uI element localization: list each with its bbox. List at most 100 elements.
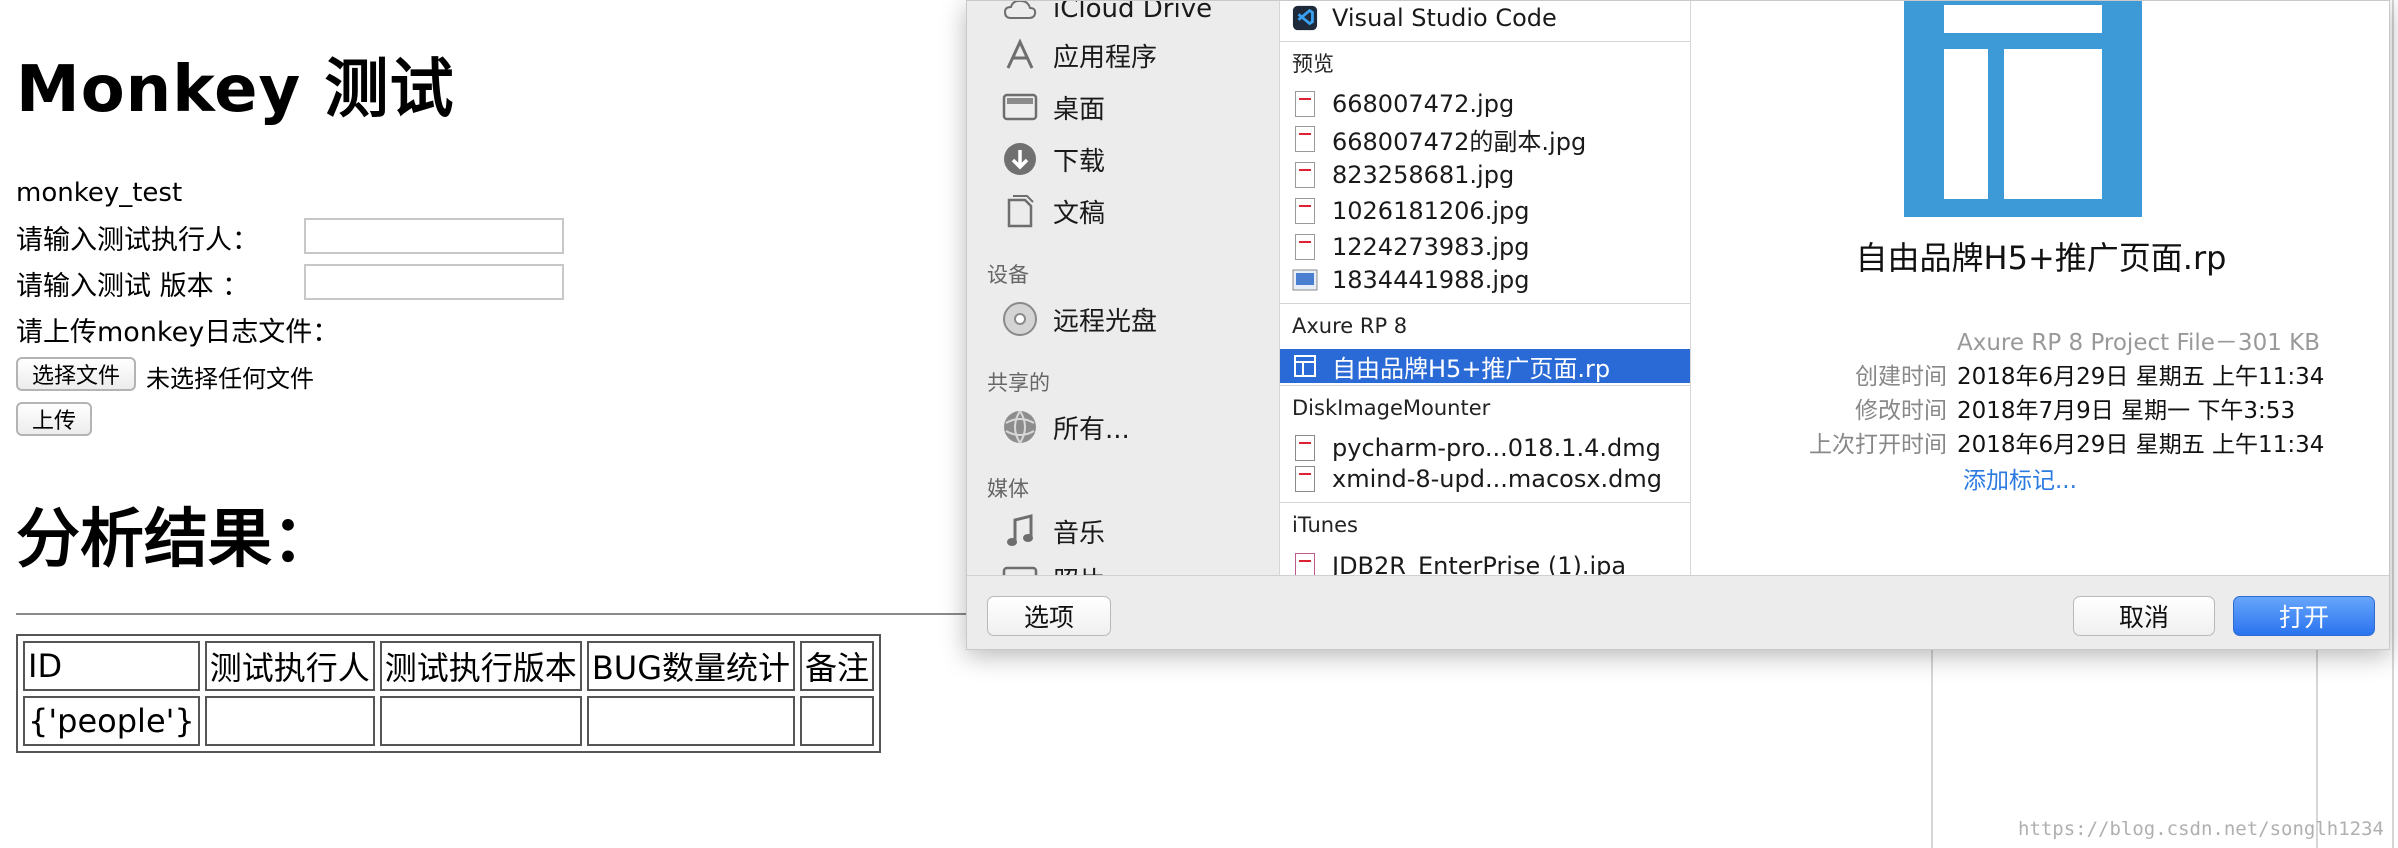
table-header-row: ID 测试执行人 测试执行版本 BUG数量统计 备注 (23, 641, 875, 691)
created-label: 创建时间 (1855, 364, 1947, 390)
image-file-icon (1292, 125, 1318, 153)
group-header-diskimagemounter: DiskImageMounter (1292, 396, 1491, 420)
file-item[interactable]: 1026181206.jpg (1280, 194, 1690, 228)
options-button[interactable]: 选项 (987, 596, 1111, 636)
open-button[interactable]: 打开 (2233, 596, 2375, 636)
upload-button[interactable]: 上传 (16, 402, 93, 436)
ipa-file-icon (1292, 552, 1318, 575)
image-file-icon (1292, 233, 1318, 261)
sidebar-item-label: 远程光盘 (1053, 306, 1158, 337)
cell-version (379, 696, 582, 746)
sidebar-item-remote-disc[interactable]: 远程光盘 (1001, 297, 1157, 341)
sidebar-item-label: 桌面 (1053, 94, 1106, 125)
group-separator (1280, 385, 1690, 386)
header-version: 测试执行版本 (379, 641, 582, 691)
open-file-dialog: iCloud Drive 应用程序 桌面 下载 文稿 设备 远程光盘 共享的 所… (966, 0, 2390, 650)
no-file-text: 未选择任何文件 (146, 365, 314, 393)
axure-document-icon (1904, 1, 2142, 217)
image-file-icon (1292, 161, 1318, 189)
version-input[interactable] (304, 264, 564, 300)
opened-value: 2018年6月29日 星期五 上午11:34 (1957, 432, 2325, 458)
music-icon (1001, 512, 1039, 550)
file-name: pycharm-pro...018.1.4.dmg (1332, 434, 1661, 462)
sidebar-item-applications[interactable]: 应用程序 (1001, 33, 1157, 77)
sidebar-item-label: iCloud Drive (1053, 1, 1213, 24)
file-item-vscode[interactable]: Visual Studio Code (1280, 1, 1690, 35)
group-header-itunes: iTunes (1292, 513, 1358, 537)
cell-executor (204, 696, 375, 746)
sidebar-item-photos[interactable]: 照片 (1001, 557, 1105, 575)
modified-label: 修改时间 (1855, 398, 1947, 424)
header-notes: 备注 (800, 641, 875, 691)
file-item[interactable]: xmind-8-upd...macosx.dmg (1280, 462, 1690, 496)
download-icon (1001, 140, 1039, 178)
vscode-icon (1292, 4, 1318, 32)
cell-bug-count (586, 696, 795, 746)
sidebar-item-icloud[interactable]: iCloud Drive (1001, 1, 1212, 31)
executor-label: 请输入测试执行人： (16, 225, 259, 256)
file-name: Visual Studio Code (1332, 4, 1557, 32)
sidebar-item-label: 照片 (1053, 561, 1105, 576)
subtitle: monkey_test (16, 178, 183, 208)
upload-label: 请上传monkey日志文件： (16, 317, 340, 348)
header-id: ID (23, 641, 200, 691)
file-item[interactable]: 668007472.jpg (1280, 87, 1690, 121)
file-item[interactable]: 1834441988.jpg (1280, 263, 1690, 297)
sidebar-item-all-shared[interactable]: 所有... (1001, 405, 1130, 449)
image-file-icon (1292, 197, 1318, 225)
cloud-icon (1001, 1, 1039, 28)
documents-icon (1001, 192, 1039, 230)
sidebar-item-desktop[interactable]: 桌面 (1001, 85, 1105, 129)
header-bug-count: BUG数量统计 (586, 641, 795, 691)
results-title: 分析结果： (16, 503, 336, 577)
modified-value: 2018年7月9日 星期一 下午3:53 (1957, 398, 2296, 424)
sidebar-item-label: 应用程序 (1053, 42, 1158, 73)
sidebar-header-devices: 设备 (987, 263, 1029, 287)
file-name: 668007472的副本.jpg (1332, 127, 1587, 156)
version-label: 请输入测试 版本 ： (16, 271, 250, 302)
file-name: 1026181206.jpg (1332, 197, 1530, 225)
sidebar-item-label: 下载 (1053, 146, 1106, 177)
disc-icon (1001, 300, 1039, 338)
file-name: 1224273983.jpg (1332, 233, 1530, 261)
cancel-button[interactable]: 取消 (2073, 596, 2215, 636)
group-header-preview: 预览 (1292, 52, 1334, 76)
dmg-file-icon (1292, 434, 1318, 462)
group-separator (1280, 303, 1690, 304)
dialog-footer: 选项 取消 打开 (967, 575, 2389, 649)
sidebar-header-shared: 共享的 (987, 371, 1050, 395)
file-item[interactable]: 823258681.jpg (1280, 158, 1690, 192)
applications-icon (1001, 36, 1039, 74)
file-item[interactable]: 668007472的副本.jpg (1280, 122, 1690, 156)
executor-input[interactable] (304, 218, 564, 254)
results-table: ID 测试执行人 测试执行版本 BUG数量统计 备注 {'people'} (16, 634, 882, 753)
axure-file-icon (1292, 352, 1318, 380)
desktop-icon (1001, 88, 1039, 126)
sidebar-item-documents[interactable]: 文稿 (1001, 189, 1105, 233)
dmg-file-icon (1292, 465, 1318, 493)
file-preview: 自由品牌H5+推广页面.rp Axure RP 8 Project File－3… (1691, 1, 2389, 575)
file-item-selected[interactable]: 自由品牌H5+推广页面.rp (1280, 349, 1690, 383)
watermark: https://blog.csdn.net/songlh1234 (2017, 818, 2384, 840)
cell-id: {'people'} (23, 696, 200, 746)
background-divider (2392, 0, 2394, 848)
sidebar-item-downloads[interactable]: 下载 (1001, 137, 1105, 181)
network-icon (1001, 408, 1039, 446)
dialog-sidebar: iCloud Drive 应用程序 桌面 下载 文稿 设备 远程光盘 共享的 所… (967, 1, 1280, 575)
file-name: 823258681.jpg (1332, 161, 1515, 189)
file-item[interactable]: pycharm-pro...018.1.4.dmg (1280, 431, 1690, 465)
cell-notes (800, 696, 875, 746)
file-name: JDB2R_EnterPrise (1).ipa (1332, 552, 1627, 575)
choose-file-button[interactable]: 选择文件 (16, 357, 137, 391)
preview-filename: 自由品牌H5+推广页面.rp (1855, 239, 2227, 277)
add-tags-link[interactable]: 添加标记... (1963, 461, 2077, 495)
sidebar-item-label: 音乐 (1053, 518, 1106, 549)
opened-label: 上次打开时间 (1809, 432, 1947, 458)
file-column: Visual Studio Code 预览 668007472.jpg 6680… (1280, 1, 1691, 575)
group-separator (1280, 41, 1690, 42)
image-file-icon (1292, 90, 1318, 118)
file-item[interactable]: JDB2R_EnterPrise (1).ipa (1280, 549, 1690, 575)
preview-kind: Axure RP 8 Project File－301 KB (1957, 330, 2321, 356)
file-item[interactable]: 1224273983.jpg (1280, 230, 1690, 264)
sidebar-item-music[interactable]: 音乐 (1001, 509, 1105, 553)
